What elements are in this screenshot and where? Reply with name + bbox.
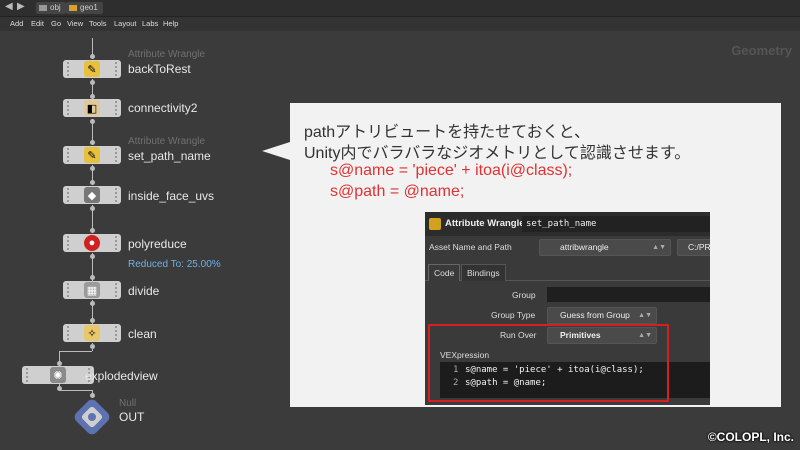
input-connector[interactable] xyxy=(90,140,95,145)
node-body[interactable]: ✎ xyxy=(63,60,121,78)
menu-bar: Add Edit Go View Tools Layout Labs Help xyxy=(0,17,800,31)
combo-arrow-icon: ▲▼ xyxy=(652,244,666,251)
back-arrow-icon[interactable]: ◀ xyxy=(5,1,13,12)
output-connector[interactable] xyxy=(90,119,95,124)
group-row: Group xyxy=(425,286,710,306)
menu-labs[interactable]: Labs xyxy=(142,19,158,28)
asset-row: Asset Name and Path attribwrangle ▲▼ C:/… xyxy=(425,238,710,258)
node-name-label: backToRest xyxy=(128,62,191,76)
wire xyxy=(59,351,92,352)
node-name-label: divide xyxy=(128,284,160,298)
node-name-label: explodedview xyxy=(85,369,158,383)
tab-bindings[interactable]: Bindings xyxy=(461,264,506,281)
node-body[interactable]: ● xyxy=(63,234,121,252)
output-connector[interactable] xyxy=(90,254,95,259)
asset-path-field[interactable]: C:/PR xyxy=(677,239,710,256)
output-connector[interactable] xyxy=(90,80,95,85)
connectivity-icon: ◧ xyxy=(84,100,100,116)
panel-header: Attribute Wrangle set_path_name xyxy=(425,212,710,236)
menu-view[interactable]: View xyxy=(67,19,83,28)
copyright-text: ©COLOPL, Inc. xyxy=(707,430,794,444)
input-connector[interactable] xyxy=(90,318,95,323)
output-connector[interactable] xyxy=(90,344,95,349)
node-name-field[interactable]: set_path_name xyxy=(522,216,710,232)
explodedview-icon: ✺ xyxy=(50,367,66,383)
group-type-label: Group Type xyxy=(491,310,536,320)
group-type-row: Group Type Guess from Group ▲▼ xyxy=(425,306,710,326)
highlight-box xyxy=(428,324,669,402)
asset-name-combo[interactable]: attribwrangle ▲▼ xyxy=(539,239,671,256)
node-body[interactable]: ✧ xyxy=(63,324,121,342)
callout-pointer xyxy=(262,142,290,160)
group-field[interactable] xyxy=(547,287,710,302)
breadcrumb-obj[interactable]: obj xyxy=(36,2,66,14)
node-body[interactable]: ✺ xyxy=(22,366,94,384)
asset-label: Asset Name and Path xyxy=(429,242,512,252)
node-name-label: clean xyxy=(128,327,157,341)
wire xyxy=(59,390,92,391)
divide-icon: ▦ xyxy=(84,282,100,298)
output-connector[interactable] xyxy=(90,166,95,171)
node-body[interactable]: ✎ xyxy=(63,146,121,164)
menu-tools[interactable]: Tools xyxy=(89,19,107,28)
node-body[interactable]: ▦ xyxy=(63,281,121,299)
wrangle-icon: ✎ xyxy=(84,147,100,163)
node-type-label: Attribute Wrangle xyxy=(128,49,206,60)
path-bar: ◀ ▶ obj geo1 xyxy=(0,0,800,17)
node-body[interactable]: ◧ xyxy=(63,99,121,117)
output-connector[interactable] xyxy=(90,206,95,211)
callout-text-line2: Unity内でバラバラなジオメトリとして認識させます。 xyxy=(304,145,691,162)
wrangle-icon: ✎ xyxy=(84,61,100,77)
node-type-label: Null xyxy=(119,398,137,409)
breadcrumb-geo1[interactable]: geo1 xyxy=(66,2,103,14)
node-type-label: Attribute Wrangle xyxy=(128,136,206,147)
polyreduce-icon: ● xyxy=(84,235,100,251)
node-name-label: OUT xyxy=(119,410,145,424)
input-connector[interactable] xyxy=(90,275,95,280)
tab-code[interactable]: Code xyxy=(428,264,461,281)
uv-icon: ◆ xyxy=(84,187,100,203)
output-connector[interactable] xyxy=(90,301,95,306)
geo-icon xyxy=(69,5,77,11)
input-connector[interactable] xyxy=(90,180,95,185)
node-name-label: polyreduce xyxy=(128,237,187,251)
group-label: Group xyxy=(512,290,536,300)
node-info-label: Reduced To: 25.00% xyxy=(128,259,221,270)
node-name-label: connectivity2 xyxy=(128,101,198,115)
node-name-label: set_path_name xyxy=(128,149,211,163)
output-connector[interactable] xyxy=(57,386,62,391)
folder-icon xyxy=(39,5,47,11)
forward-arrow-icon[interactable]: ▶ xyxy=(17,1,25,12)
input-connector[interactable] xyxy=(90,54,95,59)
network-context-label: Geometry xyxy=(731,43,792,58)
menu-help[interactable]: Help xyxy=(163,19,178,28)
node-name-label: inside_face_uvs xyxy=(128,189,215,203)
clean-icon: ✧ xyxy=(84,325,100,341)
menu-edit[interactable]: Edit xyxy=(31,19,44,28)
null-icon[interactable] xyxy=(70,395,114,439)
menu-add[interactable]: Add xyxy=(10,19,23,28)
node-body[interactable]: ◆ xyxy=(63,186,121,204)
menu-go[interactable]: Go xyxy=(51,19,61,28)
input-connector[interactable] xyxy=(90,228,95,233)
callout-code-line1: s@name = 'piece' + itoa(i@class); xyxy=(330,162,573,179)
wrangle-icon xyxy=(429,218,441,230)
group-type-combo[interactable]: Guess from Group ▲▼ xyxy=(547,307,657,324)
menu-layout[interactable]: Layout xyxy=(114,19,137,28)
callout-code-line2: s@path = @name; xyxy=(330,183,465,200)
combo-arrow-icon: ▲▼ xyxy=(638,312,652,319)
panel-node-type: Attribute Wrangle xyxy=(445,218,525,229)
